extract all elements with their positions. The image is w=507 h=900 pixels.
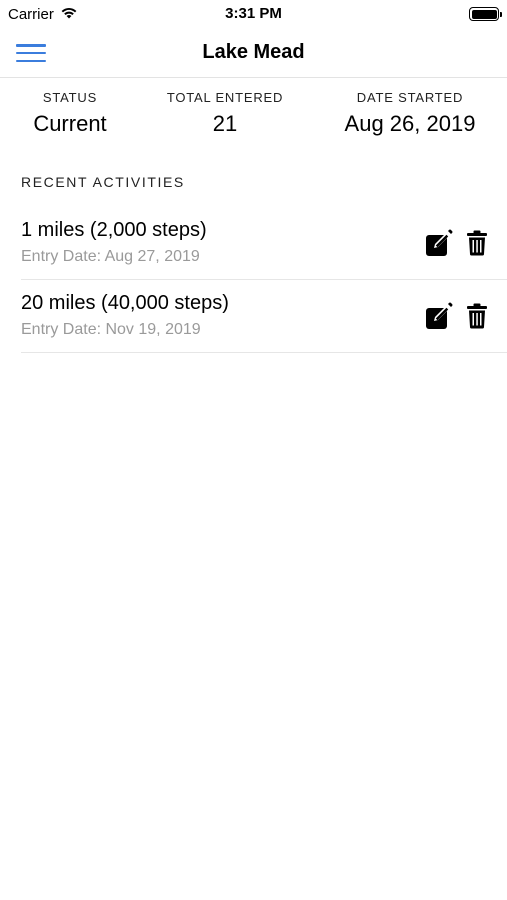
- status-bar: Carrier: [0, 0, 507, 28]
- stat-date-started: DATE STARTED Aug 26, 2019: [330, 90, 490, 137]
- trash-icon[interactable]: [463, 229, 491, 257]
- activity-list: 1 miles (2,000 steps) Entry Date: Aug 27…: [21, 207, 507, 353]
- activity-date: Entry Date: Nov 19, 2019: [21, 321, 201, 338]
- page-title: Lake Mead: [202, 41, 305, 63]
- stat-status: STATUS Current: [10, 90, 130, 137]
- activity-actions: [425, 229, 491, 257]
- stat-total-entered: TOTAL ENTERED 21: [160, 90, 290, 137]
- stat-date-label: DATE STARTED: [356, 90, 464, 105]
- navigation-bar: Lake Mead: [0, 28, 507, 78]
- activity-title: 1 miles (2,000 steps): [21, 219, 207, 241]
- battery-fill: [471, 9, 497, 19]
- edit-icon[interactable]: [425, 229, 453, 257]
- stat-total-label: TOTAL ENTERED: [166, 90, 284, 105]
- edit-icon[interactable]: [425, 302, 453, 330]
- activity-date: Entry Date: Aug 27, 2019: [21, 248, 200, 265]
- status-left: Carrier: [8, 6, 78, 23]
- stats-summary: STATUS Current TOTAL ENTERED 21 DATE STA…: [0, 90, 507, 146]
- recent-activities-header: RECENT ACTIVITIES: [21, 174, 185, 190]
- wifi-icon: [60, 6, 78, 23]
- list-item[interactable]: 1 miles (2,000 steps) Entry Date: Aug 27…: [21, 207, 507, 280]
- stat-date-value: Aug 26, 2019: [344, 111, 476, 136]
- list-item[interactable]: 20 miles (40,000 steps) Entry Date: Nov …: [21, 280, 507, 353]
- stat-status-value: Current: [33, 111, 107, 136]
- battery-icon: [469, 7, 502, 21]
- carrier-label: Carrier: [8, 5, 54, 23]
- activity-title: 20 miles (40,000 steps): [21, 292, 229, 314]
- stat-total-value: 21: [212, 111, 238, 136]
- activity-actions: [425, 302, 491, 330]
- stat-status-label: STATUS: [42, 90, 98, 105]
- trash-icon[interactable]: [463, 302, 491, 330]
